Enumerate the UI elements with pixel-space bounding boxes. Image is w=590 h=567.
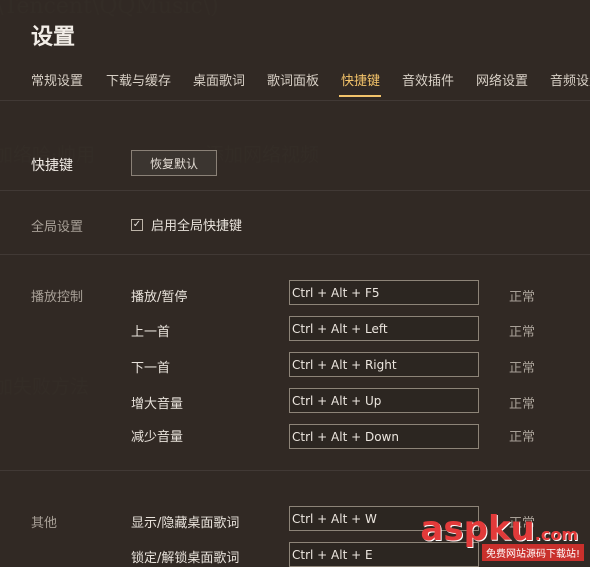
- active-tab-indicator: [339, 95, 381, 97]
- settings-tabs: 常规设置 下载与缓存 桌面歌词 歌词面板 快捷键 音效插件 网络设置 音频设置: [0, 66, 590, 100]
- tab-sound-plugins[interactable]: 音效插件: [402, 70, 454, 89]
- hotkey-status-previous: 正常: [509, 325, 536, 340]
- restore-defaults-button[interactable]: 恢复默认: [131, 150, 217, 176]
- tab-audio[interactable]: 音频设置: [550, 70, 590, 89]
- section-title: 快捷键: [31, 158, 73, 174]
- settings-panel: 设置 常规设置 下载与缓存 桌面歌词 歌词面板 快捷键 音效插件 网络设置 音频…: [0, 0, 590, 567]
- hotkey-status-toggle-desktop-lyrics: 正常: [509, 516, 536, 531]
- settings-title: 设置: [31, 25, 76, 50]
- section-divider: [0, 190, 590, 191]
- hotkey-input-volume-down[interactable]: [289, 424, 479, 449]
- tab-desktop-lyrics[interactable]: 桌面歌词: [193, 70, 245, 89]
- hotkey-input-lock-desktop-lyrics[interactable]: [289, 542, 479, 567]
- hotkey-input-volume-up[interactable]: [289, 388, 479, 413]
- global-divider: [0, 254, 590, 255]
- hotkey-action-next: 下一首: [131, 361, 171, 376]
- hotkey-status-next: 正常: [509, 361, 536, 376]
- hotkey-action-play-pause: 播放/暂停: [131, 290, 188, 305]
- hotkey-status-play-pause: 正常: [509, 290, 536, 305]
- tab-hotkeys[interactable]: 快捷键: [341, 70, 380, 89]
- hotkey-action-volume-up: 增大音量: [131, 397, 184, 412]
- playback-divider: [0, 470, 590, 471]
- tab-general[interactable]: 常规设置: [31, 70, 83, 89]
- hotkey-input-previous[interactable]: [289, 316, 479, 341]
- hotkey-action-previous: 上一首: [131, 325, 171, 340]
- hotkey-input-play-pause[interactable]: [289, 280, 479, 305]
- tab-network[interactable]: 网络设置: [476, 70, 528, 89]
- hotkey-input-next[interactable]: [289, 352, 479, 377]
- hotkey-action-volume-down: 减少音量: [131, 430, 184, 445]
- tab-download-cache[interactable]: 下载与缓存: [106, 70, 171, 89]
- hotkey-status-volume-down: 正常: [509, 430, 536, 445]
- hotkey-action-lock-desktop-lyrics: 锁定/解锁桌面歌词: [131, 551, 240, 566]
- check-icon[interactable]: ✓: [131, 218, 143, 231]
- tab-lyrics-panel[interactable]: 歌词面板: [267, 70, 319, 89]
- hotkey-action-toggle-desktop-lyrics: 显示/隐藏桌面歌词: [131, 516, 240, 531]
- tabs-divider: [0, 100, 590, 101]
- enable-global-hotkeys-label: 启用全局快捷键: [151, 219, 243, 234]
- playback-control-label: 播放控制: [31, 290, 84, 305]
- other-label: 其他: [31, 516, 58, 531]
- global-settings-label: 全局设置: [31, 220, 84, 235]
- hotkey-status-volume-up: 正常: [509, 397, 536, 412]
- hotkey-input-toggle-desktop-lyrics[interactable]: [289, 506, 479, 531]
- enable-global-hotkeys-checkbox[interactable]: ✓ 启用全局快捷键: [131, 215, 242, 234]
